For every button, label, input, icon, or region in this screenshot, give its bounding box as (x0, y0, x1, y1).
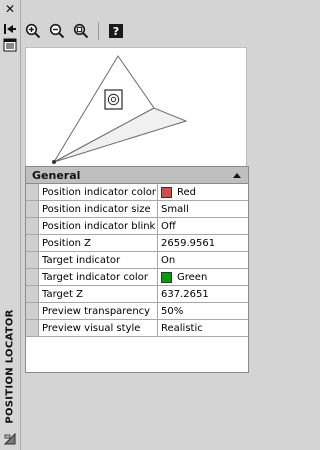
palette-title: POSITION LOCATOR (4, 308, 16, 424)
row-indent (26, 269, 39, 285)
section-header-general[interactable]: General (26, 167, 248, 184)
property-value[interactable]: Realistic (158, 320, 248, 336)
palette-menu-button[interactable] (2, 432, 18, 446)
property-label: Position Z (39, 235, 158, 251)
color-swatch (161, 186, 172, 198)
property-value-text: Red (177, 186, 196, 198)
row-indent (26, 218, 39, 234)
help-icon: ? (109, 24, 123, 38)
section-title: General (32, 168, 81, 182)
row-indent (26, 201, 39, 217)
zoom-extents-button[interactable] (72, 22, 90, 40)
property-label: Preview visual style (39, 320, 158, 336)
row-indent (26, 320, 39, 336)
zoom-in-button[interactable] (24, 22, 42, 40)
property-row[interactable]: Target indicator color Green (26, 269, 248, 286)
collapse-arrow-icon[interactable] (232, 171, 242, 179)
property-value[interactable]: On (158, 252, 248, 268)
property-value[interactable]: 2659.9561 (158, 235, 248, 251)
property-value-text: Green (177, 271, 208, 283)
close-button[interactable]: ✕ (2, 2, 18, 16)
row-indent (26, 252, 39, 268)
property-row[interactable]: Position Z 2659.9561 (26, 235, 248, 252)
properties-icon (3, 38, 17, 52)
toolbar-separator (98, 22, 99, 40)
property-label: Target indicator (39, 252, 158, 268)
row-indent (26, 303, 39, 319)
zoom-in-icon (25, 23, 41, 39)
property-row[interactable]: Preview transparency 50% (26, 303, 248, 320)
close-icon: ✕ (4, 2, 16, 16)
svg-text:?: ? (113, 25, 119, 38)
property-label: Position indicator color (39, 184, 158, 200)
row-indent (26, 235, 39, 251)
property-value-color[interactable]: Green (158, 269, 248, 285)
zoom-extents-icon (73, 23, 89, 39)
property-label: Preview transparency (39, 303, 158, 319)
camera-frustum-preview (52, 55, 188, 164)
property-row[interactable]: Position indicator color Red (26, 184, 248, 201)
property-row[interactable]: Preview visual style Realistic (26, 320, 248, 337)
properties-button[interactable] (2, 38, 18, 52)
property-row[interactable]: Position indicator size Small (26, 201, 248, 218)
property-label: Position indicator blink (39, 218, 158, 234)
property-value[interactable]: 50% (158, 303, 248, 319)
auto-hide-icon (4, 24, 16, 34)
help-button[interactable]: ? (107, 22, 125, 40)
zoom-out-icon (49, 23, 65, 39)
palette-window: ✕ POSITION LOCATOR ? General Position in… (0, 0, 249, 450)
property-row[interactable]: Target indicator On (26, 252, 248, 269)
property-row[interactable]: Position indicator blink Off (26, 218, 248, 235)
property-label: Target Z (39, 286, 158, 302)
property-label: Position indicator size (39, 201, 158, 217)
preview-pane[interactable] (25, 47, 247, 167)
auto-hide-button[interactable] (2, 22, 18, 36)
properties-panel: General Position indicator color Red Pos… (25, 166, 249, 373)
property-row[interactable]: Target Z 637.2651 (26, 286, 248, 303)
zoom-out-button[interactable] (48, 22, 66, 40)
palette-titlebar: ✕ POSITION LOCATOR (0, 0, 21, 450)
property-value[interactable]: 637.2651 (158, 286, 248, 302)
row-indent (26, 184, 39, 200)
property-label: Target indicator color (39, 269, 158, 285)
row-indent (26, 286, 39, 302)
toolbar: ? (24, 18, 244, 44)
property-value[interactable]: Small (158, 201, 248, 217)
properties-grid: Position indicator color Red Position in… (26, 184, 248, 337)
property-value[interactable]: Off (158, 218, 248, 234)
property-value-color[interactable]: Red (158, 184, 248, 200)
palette-menu-icon (3, 432, 16, 445)
color-swatch (161, 271, 172, 283)
